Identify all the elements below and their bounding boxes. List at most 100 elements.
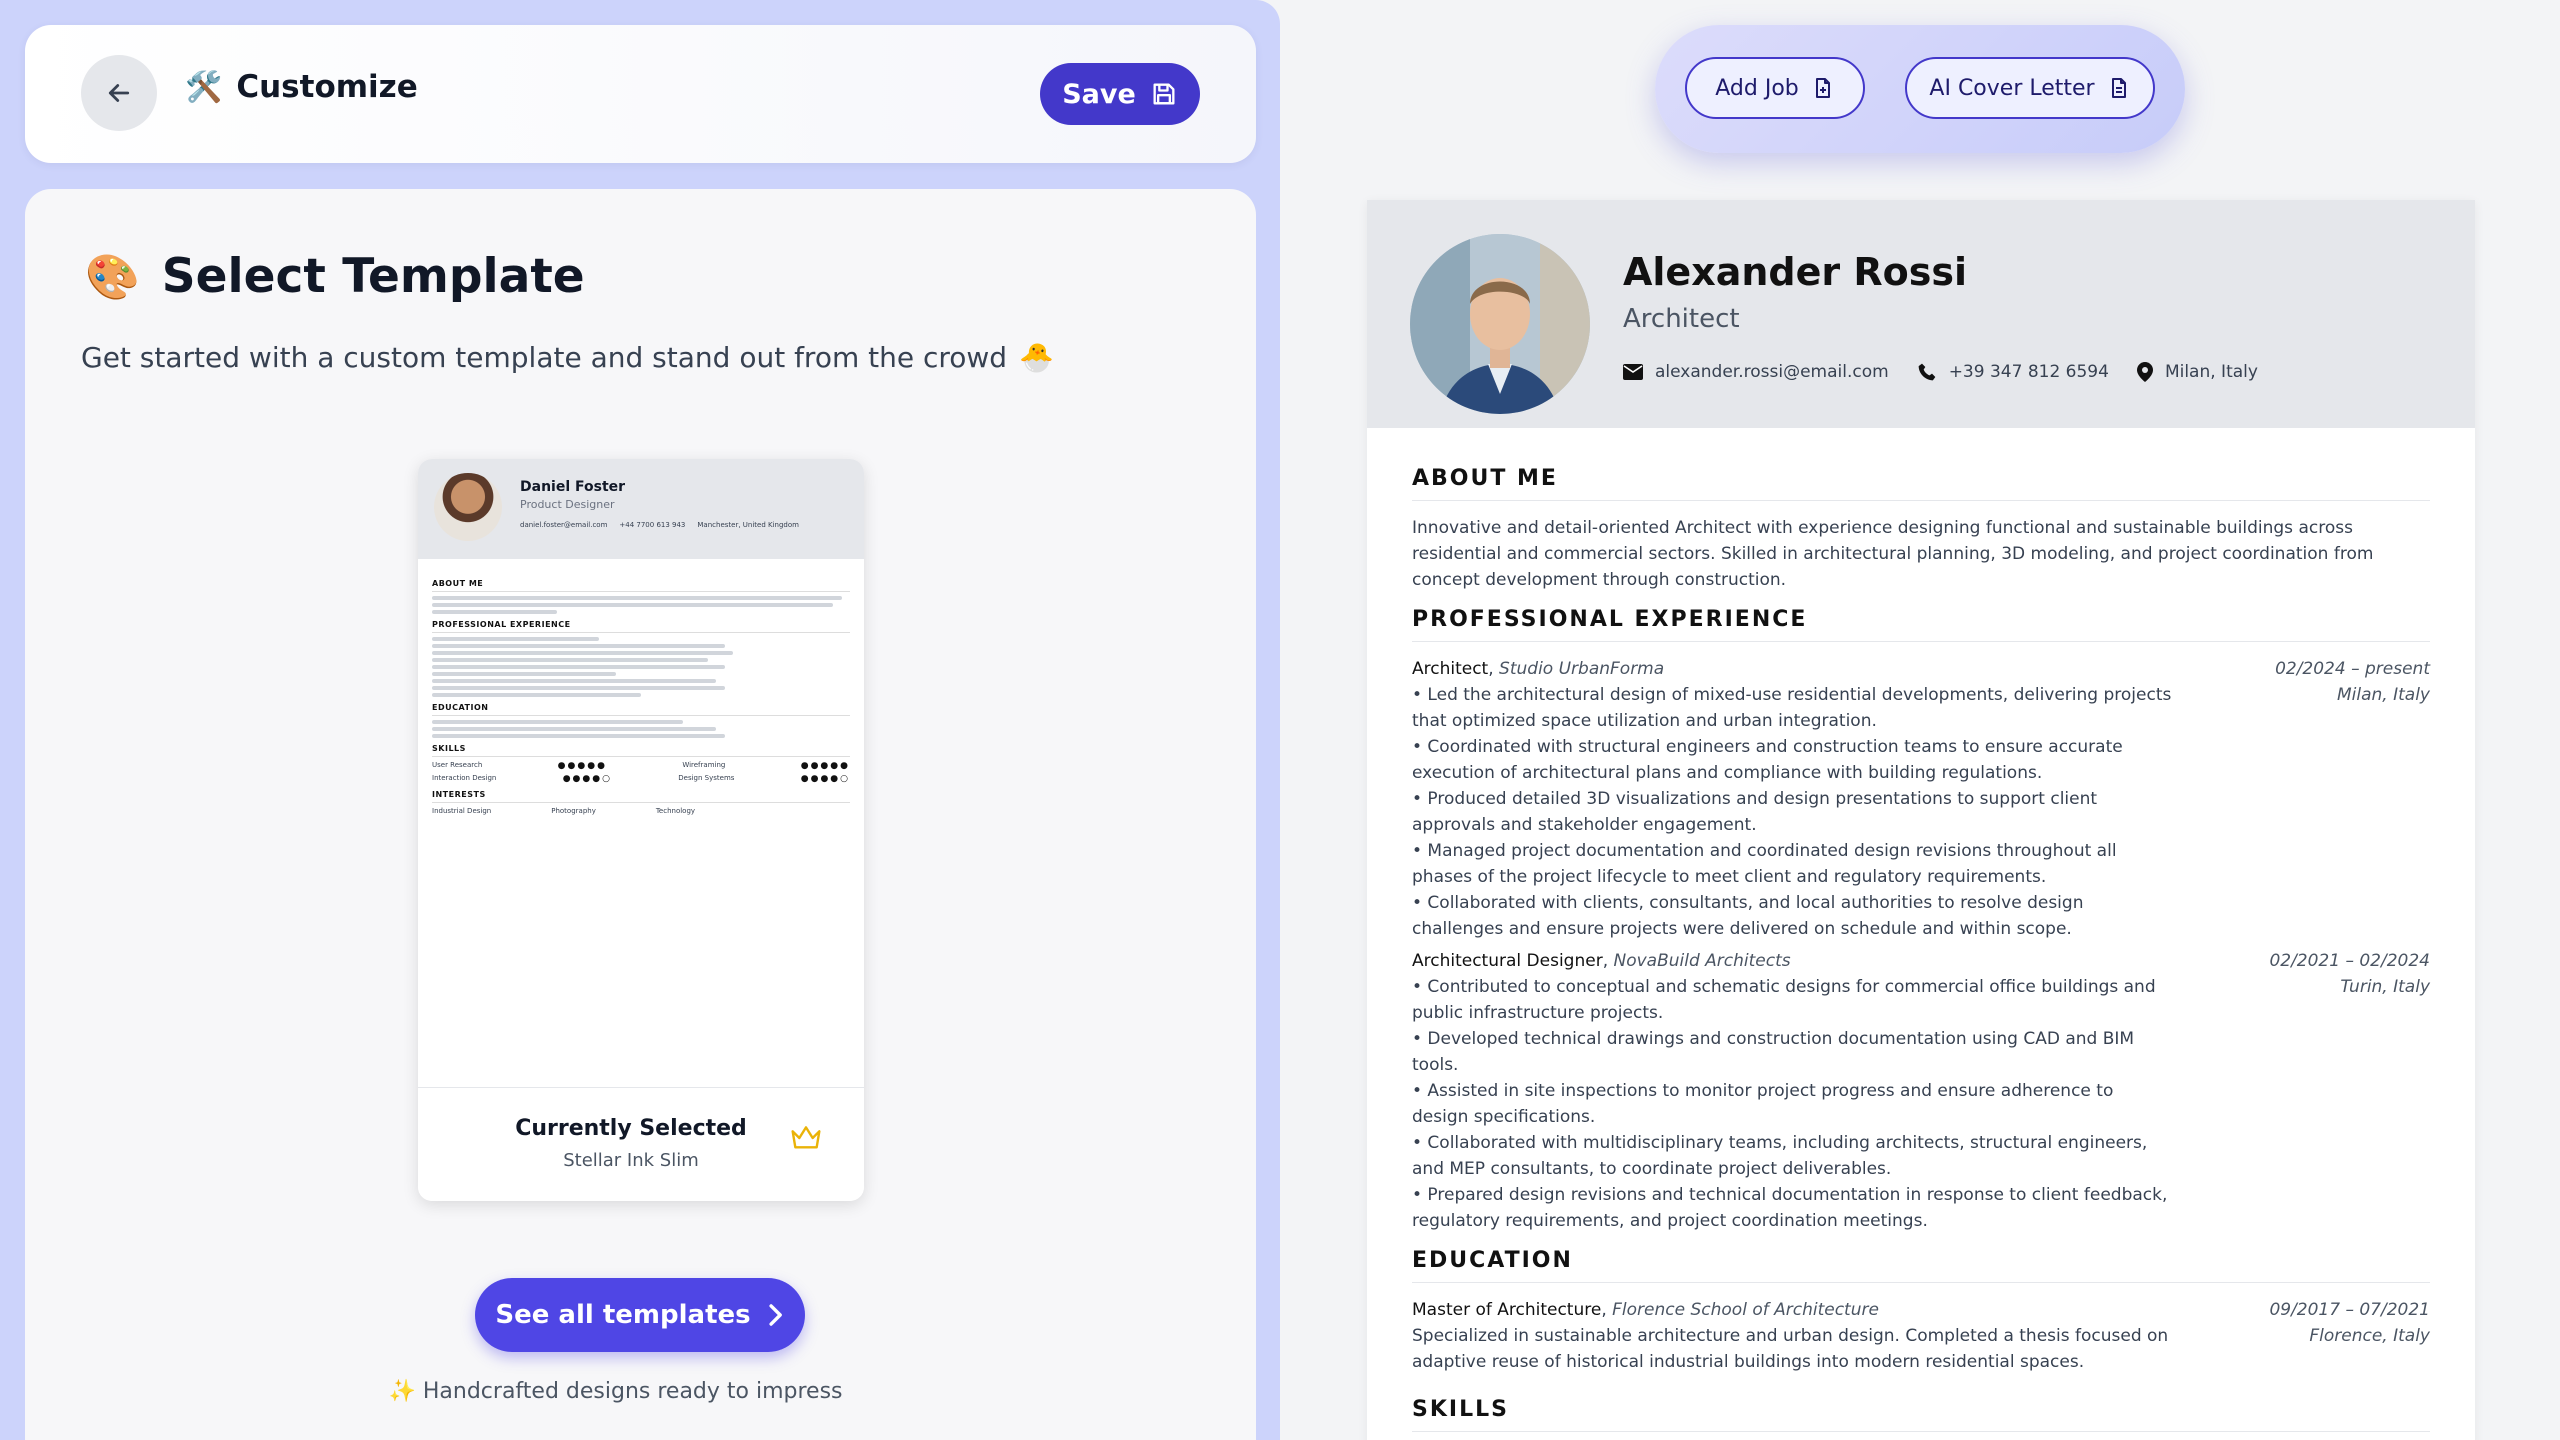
preview-avatar bbox=[434, 473, 502, 541]
file-text-icon bbox=[2111, 78, 2126, 98]
resume-phone: +39 347 812 6594 bbox=[1948, 362, 2109, 382]
job-bullets: • Contributed to conceptual and schemati… bbox=[1412, 974, 2172, 1234]
preview-skill-row: User Research ●●●●● Wireframing ●●●●● bbox=[432, 761, 850, 771]
file-plus-icon bbox=[1815, 78, 1830, 98]
phone-icon bbox=[1918, 363, 1936, 381]
preview-email: daniel.foster@email.com bbox=[520, 521, 608, 529]
current-template-name: Stellar Ink Slim bbox=[563, 1150, 699, 1171]
job-dates: 02/2021 – 02/2024 bbox=[2269, 951, 2430, 971]
preview-text-line bbox=[432, 679, 717, 683]
preview-text-line bbox=[432, 596, 842, 600]
resume-photo bbox=[1410, 234, 1590, 414]
resume-location: Milan, Italy bbox=[2164, 362, 2258, 382]
job-entry: Architectural Designer, NovaBuild Archit… bbox=[1412, 948, 2430, 1234]
job-dates: 02/2024 – present bbox=[2275, 659, 2430, 679]
about-section-title: ABOUT ME bbox=[1412, 466, 2430, 501]
preview-text-line bbox=[432, 672, 616, 676]
job-bullet: • Collaborated with multidisciplinary te… bbox=[1412, 1133, 2148, 1179]
handcrafted-text: Handcrafted designs ready to impress bbox=[422, 1379, 843, 1404]
see-all-label: See all templates bbox=[495, 1300, 751, 1330]
ai-cover-letter-button[interactable]: AI Cover Letter bbox=[1905, 57, 2155, 119]
education-section-title: EDUCATION bbox=[1412, 1248, 2430, 1283]
map-pin-icon bbox=[2136, 362, 2153, 382]
preview-skill: Wireframing bbox=[682, 761, 726, 769]
preview-text-line bbox=[432, 610, 558, 614]
preview-text-line bbox=[432, 603, 834, 607]
preview-section: SKILLS bbox=[432, 744, 850, 757]
job-bullet: • Coordinated with structural engineers … bbox=[1412, 737, 2123, 783]
crown-icon bbox=[791, 1126, 821, 1149]
see-all-templates-button[interactable]: See all templates bbox=[475, 1278, 805, 1352]
preview-skill: User Research bbox=[432, 761, 483, 769]
save-button[interactable]: Save bbox=[1040, 63, 1200, 125]
preview-phone: +44 7700 613 943 bbox=[619, 521, 686, 529]
chevron-right-icon bbox=[769, 1304, 782, 1326]
preview-section: INTERESTS bbox=[432, 790, 850, 803]
preview-interest: Photography bbox=[551, 807, 596, 815]
resume-role: Architect bbox=[1623, 304, 1740, 334]
preview-text-line bbox=[432, 720, 683, 724]
preview-text-line bbox=[432, 734, 725, 738]
preview-interests-row: Industrial Design Photography Technology bbox=[432, 807, 850, 815]
select-template-subtitle: Get started with a custom template and s… bbox=[81, 341, 1054, 374]
preview-section: PROFESSIONAL EXPERIENCE bbox=[432, 620, 850, 633]
job-entry: Architect, Studio UrbanForma 02/2024 – p… bbox=[1412, 656, 2430, 942]
add-job-label: Add Job bbox=[1715, 75, 1799, 101]
preview-interest: Technology bbox=[655, 807, 696, 815]
sparkles-icon: ✨ bbox=[388, 1379, 416, 1404]
preview-section: ABOUT ME bbox=[432, 579, 850, 592]
template-preview-card[interactable]: Daniel Foster Product Designer daniel.fo… bbox=[418, 459, 864, 1201]
floppy-disk-icon bbox=[1153, 83, 1175, 105]
preview-body: ABOUT ME PROFESSIONAL EXPERIENCE EDUCATI… bbox=[418, 559, 864, 832]
skills-section-title: SKILLS bbox=[1412, 1397, 2430, 1432]
resume-header: Alexander Rossi Architect alexander.ross… bbox=[1367, 200, 2475, 428]
add-job-button[interactable]: Add Job bbox=[1685, 57, 1865, 119]
tools-icon: 🛠️ bbox=[185, 69, 223, 105]
job-bullet: • Assisted in site inspections to monito… bbox=[1412, 1081, 2114, 1127]
preview-section: EDUCATION bbox=[432, 703, 850, 716]
preview-text-line bbox=[432, 693, 641, 697]
preview-skill: Design Systems bbox=[678, 774, 735, 782]
back-button[interactable] bbox=[81, 55, 157, 131]
resume-email: alexander.rossi@email.com bbox=[1655, 362, 1889, 382]
select-template-title: Select Template bbox=[161, 249, 585, 304]
job-bullet: • Prepared design revisions and technica… bbox=[1412, 1185, 2168, 1231]
palette-icon: 🎨 bbox=[85, 251, 140, 303]
preview-contact: daniel.foster@email.com +44 7700 613 943… bbox=[520, 521, 799, 529]
preview-name: Daniel Foster bbox=[520, 479, 626, 495]
resume-preview[interactable]: Alexander Rossi Architect alexander.ross… bbox=[1367, 200, 2475, 1440]
job-location: Turin, Italy bbox=[2340, 977, 2430, 997]
arrow-left-icon bbox=[108, 84, 130, 102]
job-location: Milan, Italy bbox=[2337, 685, 2430, 705]
preview-text-line bbox=[432, 651, 733, 655]
subtitle-text: Get started with a custom template and s… bbox=[81, 341, 1008, 374]
job-bullet: • Managed project documentation and coor… bbox=[1412, 841, 2117, 887]
preview-text-line bbox=[432, 727, 717, 731]
hatching-chick-icon: 🐣 bbox=[1019, 341, 1054, 374]
resume-body: ABOUT ME Innovative and detail-oriented … bbox=[1367, 428, 2475, 1432]
ai-cover-letter-label: AI Cover Letter bbox=[1929, 75, 2095, 101]
handcrafted-note: ✨ Handcrafted designs ready to impress bbox=[25, 1379, 1256, 1404]
education-location: Florence, Italy bbox=[2309, 1326, 2430, 1346]
preview-skill: Interaction Design bbox=[432, 774, 497, 782]
job-bullet: • Developed technical drawings and const… bbox=[1412, 1029, 2135, 1075]
job-title: Architectural Designer bbox=[1412, 951, 1603, 971]
preview-text-line bbox=[432, 665, 725, 669]
job-bullet: • Collaborated with clients, consultants… bbox=[1412, 893, 2084, 939]
save-label: Save bbox=[1062, 78, 1136, 110]
envelope-icon bbox=[1623, 364, 1643, 380]
preview-header: Daniel Foster Product Designer daniel.fo… bbox=[418, 459, 864, 559]
job-bullet: • Produced detailed 3D visualizations an… bbox=[1412, 789, 2098, 835]
experience-section-title: PROFESSIONAL EXPERIENCE bbox=[1412, 607, 2430, 642]
job-bullets: • Led the architectural design of mixed-… bbox=[1412, 682, 2172, 942]
resume-name: Alexander Rossi bbox=[1623, 250, 1967, 294]
education-degree: Master of Architecture bbox=[1412, 1300, 1602, 1320]
preview-interest: Industrial Design bbox=[432, 807, 492, 815]
about-text: Innovative and detail-oriented Architect… bbox=[1412, 518, 2374, 590]
education-school: Florence School of Architecture bbox=[1612, 1300, 1879, 1320]
resume-actions-bar: Add Job AI Cover Letter bbox=[1655, 25, 2185, 153]
preview-skill-row: Interaction Design ●●●●○ Design Systems ●●… bbox=[432, 774, 850, 784]
education-description: Specialized in sustainable architecture … bbox=[1412, 1326, 2169, 1372]
current-template-footer: Currently Selected Stellar Ink Slim bbox=[418, 1087, 864, 1201]
preview-role: Product Designer bbox=[520, 498, 615, 511]
